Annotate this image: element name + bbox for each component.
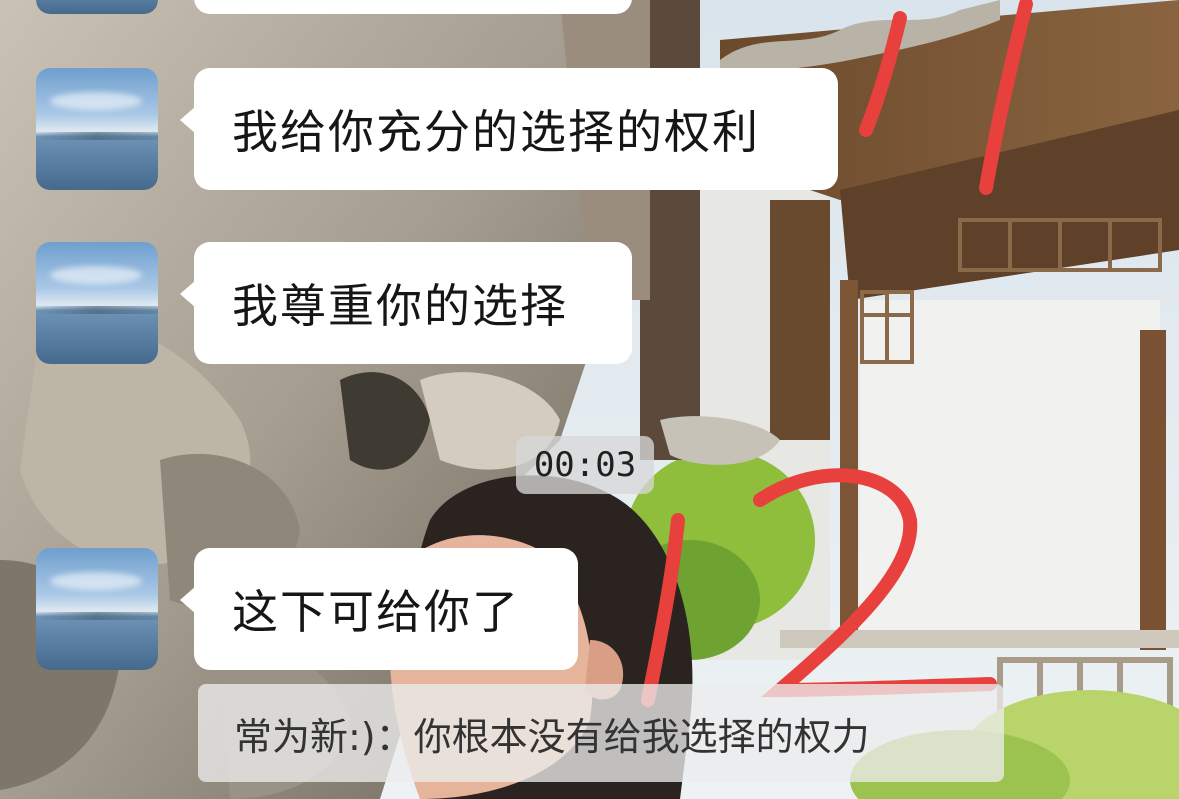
message-bubble-partial[interactable] [194, 0, 632, 14]
timestamp-badge: 00:03 [516, 436, 654, 494]
message-bubble[interactable]: 我尊重你的选择 [180, 242, 632, 364]
message-bubble[interactable]: 我给你充分的选择的权利 [180, 68, 838, 190]
avatar[interactable] [36, 548, 158, 670]
message-text: 这下可给你了 [232, 585, 520, 639]
avatar[interactable] [36, 242, 158, 364]
avatar[interactable] [36, 0, 158, 14]
message-text: 我给你充分的选择的权利 [232, 105, 760, 159]
message-text: 我尊重你的选择 [232, 279, 568, 333]
avatar[interactable] [36, 68, 158, 190]
message-bubble[interactable]: 这下可给你了 [180, 548, 578, 670]
timestamp-text: 00:03 [533, 445, 637, 485]
quoted-reply-text: 常为新:)：你根本没有给我选择的权力 [234, 714, 870, 759]
quoted-reply[interactable]: 常为新:)：你根本没有给我选择的权力 [198, 684, 1004, 782]
